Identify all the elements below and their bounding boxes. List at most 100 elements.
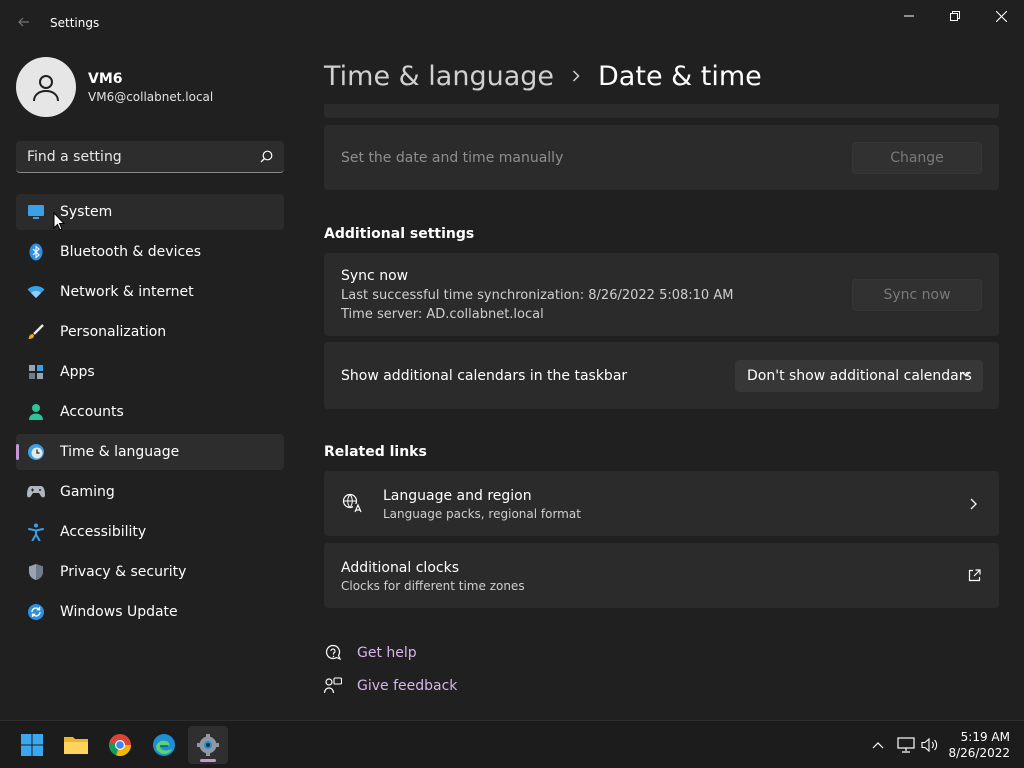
open-external-icon	[968, 569, 981, 582]
back-button[interactable]	[14, 14, 34, 34]
wifi-icon	[27, 283, 45, 301]
sidebar-item-label: Gaming	[60, 484, 115, 500]
sidebar-item-label: Accessibility	[60, 524, 147, 540]
app-title: Settings	[50, 16, 100, 30]
brush-icon	[27, 323, 45, 341]
calendars-card: Show additional calendars in the taskbar…	[324, 342, 999, 409]
person-outline-icon	[33, 75, 59, 102]
minimize-icon	[904, 15, 914, 17]
get-help-label: Get help	[357, 645, 417, 661]
network-icon	[897, 737, 915, 753]
apps-icon	[27, 363, 45, 381]
sidebar-item-network[interactable]: Network & internet	[16, 274, 284, 310]
show-hidden-icons-button[interactable]	[868, 736, 888, 754]
sidebar-item-label: Bluetooth & devices	[60, 244, 202, 260]
sync-now-card: Sync now Last successful time synchroniz…	[324, 253, 999, 336]
change-button[interactable]: Change	[852, 142, 982, 174]
user-name: VM6	[88, 70, 123, 87]
sync-now-button[interactable]: Sync now	[852, 279, 982, 311]
sidebar-item-label: Accounts	[60, 404, 124, 420]
feedback-icon	[324, 677, 342, 694]
volume-tray-button[interactable]	[920, 736, 940, 754]
restore-icon	[950, 11, 960, 21]
sidebar-item-apps[interactable]: Apps	[16, 354, 284, 390]
taskbar-edge[interactable]	[144, 726, 184, 764]
taskbar-settings[interactable]	[188, 726, 228, 764]
sidebar-item-personalization[interactable]: Personalization	[16, 314, 284, 350]
file-explorer-icon	[64, 737, 88, 754]
breadcrumb-parent[interactable]: Time & language	[324, 61, 554, 92]
search-box[interactable]: Find a setting	[16, 141, 284, 173]
give-feedback-label: Give feedback	[357, 678, 458, 694]
shield-icon	[27, 563, 45, 581]
monitor-icon	[27, 203, 45, 221]
sync-title: Sync now	[341, 268, 409, 284]
chevron-right-icon	[970, 498, 977, 510]
update-icon	[27, 603, 45, 621]
language-region-link[interactable]: Language and region Language packs, regi…	[324, 471, 999, 536]
gamepad-icon	[27, 483, 45, 501]
sidebar-item-label: System	[60, 204, 113, 220]
breadcrumb: Time & language Date & time	[324, 58, 762, 94]
title-bar: Settings	[0, 0, 1024, 48]
edge-icon	[153, 734, 175, 756]
chevron-up-icon	[872, 741, 884, 748]
minimize-button[interactable]	[886, 0, 932, 32]
taskbar: 5:19 AM 8/26/2022	[0, 720, 1024, 768]
user-profile[interactable]: VM6 VM6@collabnet.local	[16, 57, 213, 117]
search-input[interactable]: Find a setting	[27, 149, 252, 165]
sidebar-item-label: Windows Update	[60, 604, 178, 620]
calendars-dropdown-value: Don't show additional calendars	[747, 368, 972, 384]
language-region-subtitle: Language packs, regional format	[383, 507, 581, 521]
user-email: VM6@collabnet.local	[88, 89, 214, 104]
additional-clocks-title: Additional clocks	[341, 560, 459, 576]
taskbar-chrome[interactable]	[100, 726, 140, 764]
clock-globe-icon	[27, 443, 45, 461]
sidebar-item-label: Personalization	[60, 324, 167, 340]
page-title: Date & time	[598, 60, 762, 92]
sidebar-item-gaming[interactable]: Gaming	[16, 474, 284, 510]
additional-clocks-link[interactable]: Additional clocks Clocks for different t…	[324, 543, 999, 608]
restore-button[interactable]	[932, 0, 978, 32]
clock-time: 5:19 AM	[960, 730, 1010, 744]
start-button[interactable]	[12, 726, 52, 764]
time-server-text: Time server: AD.collabnet.local	[341, 307, 544, 322]
avatar	[16, 57, 76, 117]
taskbar-file-explorer[interactable]	[56, 726, 96, 764]
search-icon[interactable]	[252, 150, 280, 163]
sidebar-item-label: Apps	[60, 364, 95, 380]
set-manually-card: Set the date and time manually Change	[324, 125, 999, 190]
language-region-title: Language and region	[383, 488, 532, 504]
sidebar-item-label: Privacy & security	[60, 564, 187, 580]
additional-clocks-subtitle: Clocks for different time zones	[341, 579, 525, 593]
close-icon	[995, 10, 1007, 22]
close-button[interactable]	[978, 0, 1024, 32]
chevron-down-icon	[961, 371, 971, 377]
sidebar-item-accessibility[interactable]: Accessibility	[16, 514, 284, 550]
sidebar-item-time-language[interactable]: Time & language	[16, 434, 284, 470]
card-partial-top	[324, 104, 999, 118]
accessibility-icon	[27, 523, 45, 541]
sidebar-item-label: Time & language	[60, 444, 180, 460]
chrome-icon	[109, 734, 132, 757]
language-icon	[342, 493, 363, 514]
calendars-dropdown[interactable]: Don't show additional calendars	[735, 360, 983, 392]
last-sync-text: Last successful time synchronization: 8/…	[341, 288, 734, 303]
mouse-cursor-icon	[53, 212, 65, 231]
sidebar-item-accounts[interactable]: Accounts	[16, 394, 284, 430]
back-arrow-icon	[18, 17, 29, 27]
chevron-right-icon	[572, 70, 580, 82]
sidebar-item-windows-update[interactable]: Windows Update	[16, 594, 284, 630]
get-help-link[interactable]: Get help	[324, 644, 417, 662]
taskbar-clock[interactable]: 5:19 AM 8/26/2022	[948, 729, 1010, 761]
give-feedback-link[interactable]: Give feedback	[324, 677, 457, 695]
running-indicator	[200, 759, 216, 762]
help-icon	[325, 644, 342, 661]
sidebar-item-bluetooth[interactable]: Bluetooth & devices	[16, 234, 284, 270]
sidebar-item-label: Network & internet	[60, 284, 194, 300]
calendars-label: Show additional calendars in the taskbar	[341, 368, 628, 384]
start-icon	[21, 734, 43, 756]
network-tray-button[interactable]	[896, 736, 916, 754]
bluetooth-icon	[27, 243, 45, 261]
sidebar-item-privacy[interactable]: Privacy & security	[16, 554, 284, 590]
